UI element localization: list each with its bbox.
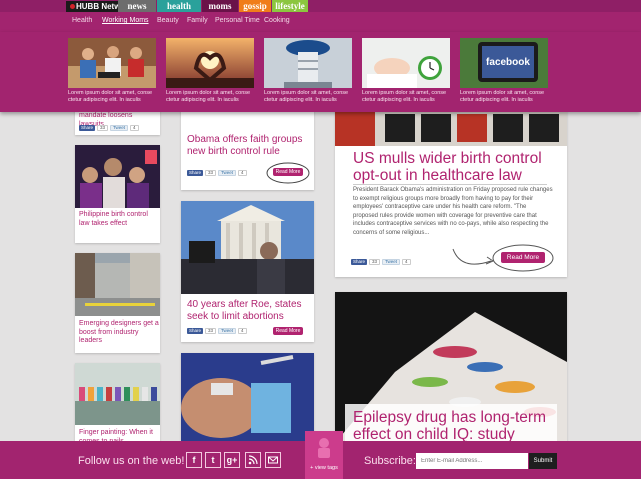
fb-share-button[interactable]: Share bbox=[187, 327, 204, 334]
nav-working-moms[interactable]: Working Moms bbox=[102, 17, 149, 24]
tweet-count: 4 bbox=[130, 124, 139, 131]
street-scene-image bbox=[75, 253, 160, 316]
featured-caption-1: Lorem ipsum dolor sit amet, conse ctetur… bbox=[68, 90, 153, 103]
share-count: 33 bbox=[369, 258, 381, 265]
facebook-icon[interactable]: f bbox=[186, 452, 202, 468]
featured-strip: Lorem ipsum dolor sit amet, conse ctetur… bbox=[0, 32, 641, 112]
category-nav: Health Working Moms Beauty Family Person… bbox=[0, 12, 641, 32]
tweet-button[interactable]: Tweet bbox=[382, 258, 401, 265]
featured-caption-4: Lorem ipsum dolor sit amet, conse ctetur… bbox=[362, 90, 447, 103]
social-buttons: Share 33 Tweet 4 bbox=[187, 169, 247, 176]
tab-news[interactable]: news bbox=[118, 0, 156, 12]
fb-share-button[interactable]: Share bbox=[79, 124, 96, 131]
tab-health[interactable]: health bbox=[157, 0, 201, 12]
card-title[interactable]: 40 years after Roe, states seek to limit… bbox=[187, 299, 312, 323]
scribble-circle-icon bbox=[266, 162, 310, 184]
tweet-button[interactable]: Tweet bbox=[218, 327, 237, 334]
featured-caption-2: Lorem ipsum dolor sit amet, conse ctetur… bbox=[166, 90, 251, 103]
logo-dot-icon bbox=[70, 4, 75, 9]
nail-polish-image bbox=[75, 363, 160, 425]
nav-personal-time[interactable]: Personal Time bbox=[215, 17, 260, 24]
card-title[interactable]: Emerging designers get a boost from indu… bbox=[79, 320, 159, 346]
social-buttons: Share 33 Tweet 4 bbox=[187, 327, 247, 334]
view-tags-tab[interactable]: + view tags bbox=[305, 431, 343, 479]
tweet-count: 4 bbox=[238, 169, 247, 176]
nav-family[interactable]: Family bbox=[187, 17, 208, 24]
card-title[interactable]: Philippine birth control law takes effec… bbox=[79, 211, 157, 228]
divider bbox=[353, 184, 547, 185]
newspaper-headline-image bbox=[335, 106, 567, 146]
featured-thumb-heart-hands[interactable] bbox=[166, 38, 254, 88]
facebook-screen-text: facebook bbox=[486, 57, 530, 68]
social-buttons: Share 33 Tweet 4 bbox=[351, 258, 411, 265]
follow-text: Follow us on the web! bbox=[78, 455, 185, 467]
second-story-card[interactable]: Epilepsy drug has long-term effect on ch… bbox=[335, 292, 567, 443]
roe-protest-image bbox=[181, 201, 314, 294]
email-input[interactable] bbox=[416, 453, 528, 469]
col1-card-2[interactable]: Emerging designers get a boost from indu… bbox=[75, 253, 160, 353]
second-story-title[interactable]: Epilepsy drug has long-term effect on ch… bbox=[353, 409, 553, 443]
lead-story-body: President Barack Obama's administration … bbox=[353, 187, 553, 236]
network-bar: HUBB Network news health moms gossip lif… bbox=[0, 0, 641, 12]
col1-card-3[interactable]: Finger painting: When it comes to nails bbox=[75, 363, 160, 445]
read-more-button[interactable]: Read More bbox=[501, 252, 545, 263]
tweet-count: 4 bbox=[402, 258, 411, 265]
featured-thumb-lab-tube[interactable] bbox=[264, 38, 352, 88]
google-plus-icon[interactable]: g+ bbox=[224, 452, 240, 468]
featured-thumb-baby-clock[interactable] bbox=[362, 38, 450, 88]
featured-caption-5: Lorem ipsum dolor sit amet, conse ctetur… bbox=[460, 90, 545, 103]
tag-icon bbox=[318, 438, 330, 458]
tweet-button[interactable]: Tweet bbox=[110, 124, 129, 131]
baby-alarm-clock-image bbox=[362, 38, 450, 88]
fb-share-button[interactable]: Share bbox=[187, 169, 204, 176]
col1-card-1[interactable]: Philippine birth control law takes effec… bbox=[75, 145, 160, 243]
fb-share-button[interactable]: Share bbox=[351, 258, 368, 265]
card-title[interactable]: Obama offers faith groups new birth cont… bbox=[187, 134, 312, 158]
nav-cooking[interactable]: Cooking bbox=[264, 17, 290, 24]
tab-lifestyle[interactable]: lifestyle bbox=[272, 0, 308, 12]
twitter-icon[interactable]: t bbox=[205, 452, 221, 468]
heart-hands-image bbox=[166, 38, 254, 88]
featured-thumb-facebook-phone[interactable]: facebook bbox=[460, 38, 548, 88]
col2-card-1[interactable]: 40 years after Roe, states seek to limit… bbox=[181, 201, 314, 342]
share-count: 33 bbox=[97, 124, 109, 131]
nav-beauty[interactable]: Beauty bbox=[157, 17, 179, 24]
featured-thumb-kids-tablet[interactable] bbox=[68, 38, 156, 88]
tab-moms[interactable]: moms bbox=[202, 0, 238, 12]
col2-card-2[interactable] bbox=[181, 353, 314, 443]
lab-tube-image bbox=[264, 38, 352, 88]
nav-health[interactable]: Health bbox=[72, 17, 92, 24]
tweet-count: 4 bbox=[238, 327, 247, 334]
facebook-phone-image: facebook bbox=[460, 38, 548, 88]
protest-crowd-image bbox=[75, 145, 160, 208]
social-buttons: Share 33 Tweet 4 bbox=[79, 124, 139, 131]
vaccine-injection-image bbox=[181, 353, 314, 443]
read-more-button[interactable]: Read More bbox=[273, 327, 303, 335]
email-icon[interactable] bbox=[265, 452, 281, 468]
view-tags-label: + view tags bbox=[310, 465, 338, 471]
featured-caption-3: Lorem ipsum dolor sit amet, conse ctetur… bbox=[264, 90, 349, 103]
share-count: 33 bbox=[205, 327, 217, 334]
share-count: 33 bbox=[205, 169, 217, 176]
envelope-glyph bbox=[268, 456, 278, 464]
tweet-button[interactable]: Tweet bbox=[218, 169, 237, 176]
tab-gossip[interactable]: gossip bbox=[239, 0, 271, 12]
kids-tablet-image bbox=[68, 38, 156, 88]
lead-story-card[interactable]: US mulls wider birth control opt-out in … bbox=[335, 106, 567, 277]
submit-button[interactable]: Submit bbox=[529, 453, 557, 469]
rss-icon[interactable] bbox=[245, 452, 261, 468]
subscribe-label: Subscribe: bbox=[364, 455, 416, 467]
rss-glyph bbox=[248, 455, 258, 465]
lead-story-title[interactable]: US mulls wider birth control opt-out in … bbox=[353, 150, 553, 184]
col2-card-0[interactable]: Obama offers faith groups new birth cont… bbox=[181, 106, 314, 190]
